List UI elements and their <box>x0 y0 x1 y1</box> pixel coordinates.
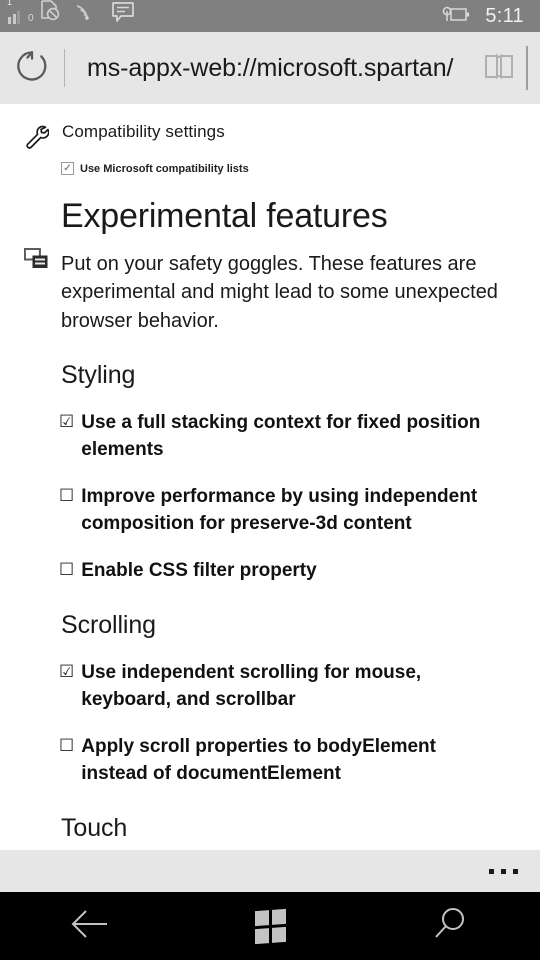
option-independent-scrolling[interactable]: ☑ Use independent scrolling for mouse, k… <box>0 640 540 714</box>
back-button[interactable] <box>0 892 180 960</box>
option-body-scroll-properties[interactable]: ☐ Apply scroll properties to bodyElement… <box>0 714 540 788</box>
book-icon <box>483 51 515 86</box>
touch-events-label: Touch events <box>0 843 540 850</box>
start-button[interactable] <box>180 892 360 960</box>
experimental-description-row: Put on your safety goggles. These featur… <box>0 236 540 335</box>
option-full-stacking-context[interactable]: ☑ Use a full stacking context for fixed … <box>0 390 540 464</box>
page-title: Experimental features <box>61 197 388 235</box>
option-label: Use a full stacking context for fixed po… <box>81 412 481 461</box>
signal-zero-label: 0 <box>27 13 34 24</box>
option-independent-composition[interactable]: ☐ Improve performance by using independe… <box>0 464 540 538</box>
page-content[interactable]: Compatibility settings ✓ Use Microsoft c… <box>0 104 540 850</box>
phone-screen: 1 0 2 <box>0 0 540 960</box>
more-options-button[interactable] <box>489 850 540 892</box>
option-label: Enable CSS filter property <box>81 560 317 582</box>
message-icon <box>111 1 135 28</box>
address-bar-end-divider <box>526 46 528 90</box>
battery-charging-icon <box>439 4 471 29</box>
compatibility-lists-label: Use Microsoft compatibility lists <box>80 162 249 175</box>
ellipsis-icon-dot <box>513 868 518 874</box>
compatibility-settings-section: Compatibility settings ✓ Use Microsoft c… <box>0 104 540 175</box>
option-label: Use independent scrolling for mouse, key… <box>81 662 422 710</box>
url-input[interactable]: ms-appx-web://microsoft.spartan/ <box>65 54 472 83</box>
section-heading-scrolling: Scrolling <box>61 611 156 640</box>
address-bar: ms-appx-web://microsoft.spartan/ <box>0 32 540 104</box>
refresh-icon <box>13 47 51 90</box>
checkbox-icon: ☐ <box>59 560 75 581</box>
refresh-button[interactable] <box>0 47 64 90</box>
checkbox-icon: ☐ <box>59 735 75 756</box>
signal-bars-icon: 1 0 <box>7 0 34 24</box>
checkbox-icon: ☐ <box>59 486 75 507</box>
option-label: Apply scroll properties to bodyElement i… <box>81 735 436 784</box>
devices-icon <box>22 248 50 270</box>
back-arrow-icon <box>69 907 111 946</box>
wrench-icon <box>22 124 50 150</box>
wifi-icon <box>75 3 97 26</box>
system-nav-bar <box>0 892 540 960</box>
search-button[interactable] <box>360 892 540 960</box>
option-css-filter[interactable]: ☐ Enable CSS filter property <box>0 538 540 585</box>
checkbox-icon: ☑ <box>59 412 75 433</box>
compatibility-title: Compatibility settings <box>62 122 225 141</box>
app-bar <box>0 850 540 892</box>
reading-view-button[interactable] <box>472 51 526 86</box>
ellipsis-icon-dot <box>489 868 494 874</box>
ellipsis-icon-dot <box>501 868 506 874</box>
search-icon <box>431 906 469 947</box>
clock-label: 5:11 <box>485 5 524 27</box>
windows-logo-icon <box>254 908 286 944</box>
checkbox-icon: ☑ <box>59 662 75 683</box>
experimental-description: Put on your safety goggles. These featur… <box>61 253 498 332</box>
compatibility-lists-checkbox[interactable]: ✓ Use Microsoft compatibility lists <box>0 142 540 175</box>
sim-blocked-icon: 2 <box>39 0 61 26</box>
section-heading-styling: Styling <box>61 361 136 390</box>
checkbox-icon: ✓ <box>61 162 74 175</box>
signal-count-label: 1 <box>7 0 13 7</box>
status-bar: 1 0 2 <box>0 0 540 32</box>
option-label: Improve performance by using independent… <box>81 486 478 535</box>
section-heading-touch: Touch <box>61 813 128 842</box>
